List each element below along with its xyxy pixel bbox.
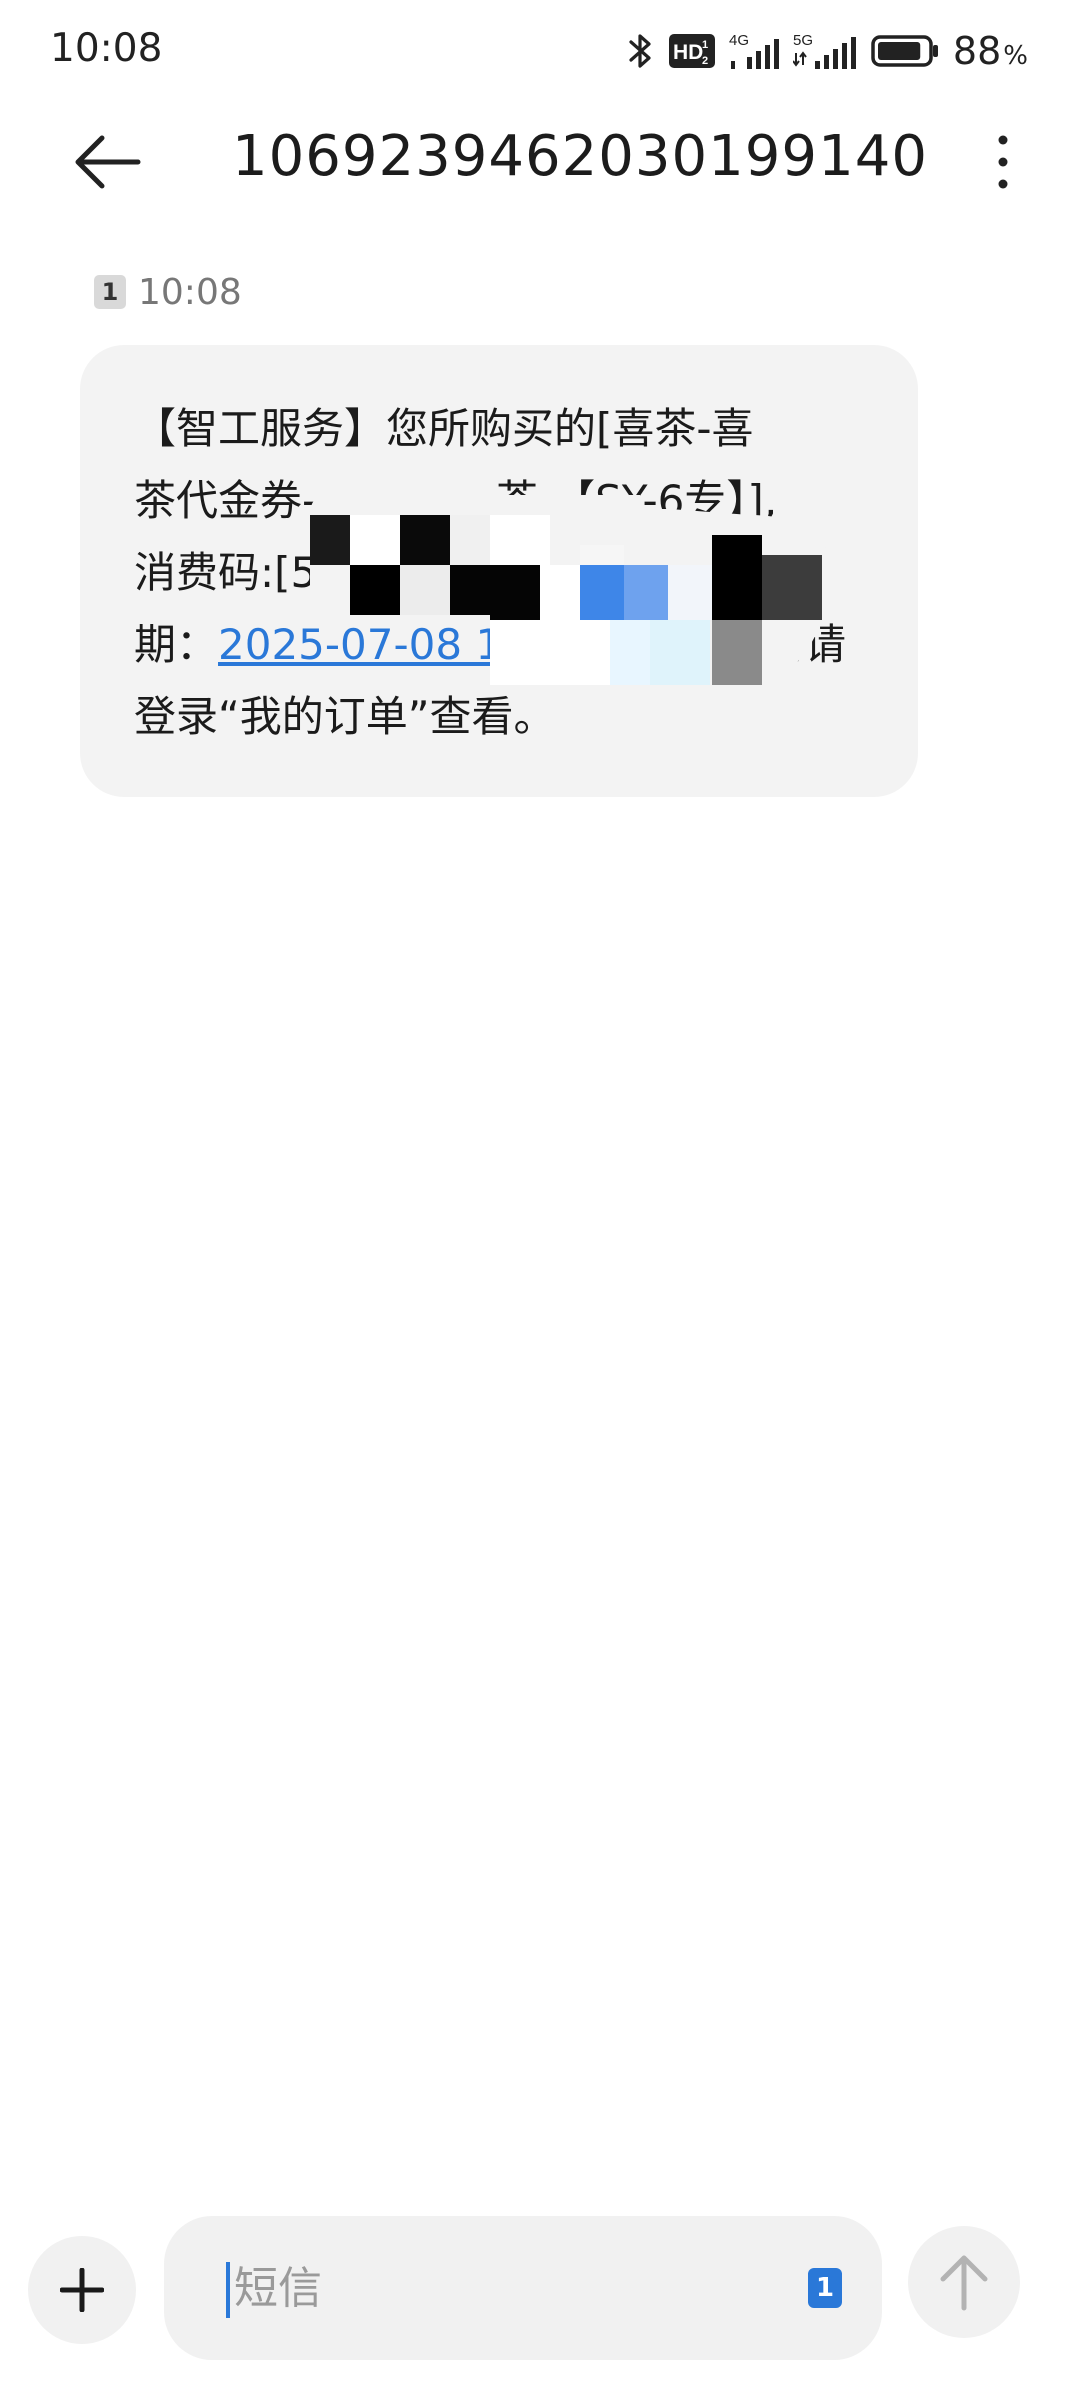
battery-percent-unit: %: [1003, 41, 1028, 71]
conversation-header: 1069239462030199140: [0, 110, 1080, 210]
svg-text:1: 1: [702, 39, 708, 51]
battery-percentage: 88%: [953, 29, 1028, 73]
conversation-title: 1069239462030199140: [232, 124, 928, 189]
arrow-left-icon: [75, 135, 141, 189]
attach-button[interactable]: [28, 2236, 136, 2344]
more-options-button[interactable]: [988, 130, 1018, 194]
svg-text:2: 2: [702, 55, 708, 67]
status-bar: 10:08 HD 1 2 4G 5G 88 %: [0, 0, 1080, 100]
message-text: 茶代金券-: [134, 476, 318, 525]
battery-percent-value: 88: [952, 29, 1002, 73]
message-text: 消费码:[5: [134, 548, 318, 597]
message-input[interactable]: [228, 2250, 754, 2326]
signal-4g-icon: 4G: [729, 31, 779, 71]
hd-label: HD: [673, 41, 703, 64]
more-vertical-icon: [998, 135, 1008, 189]
status-icons: HD 1 2 4G 5G 88 %: [627, 28, 1028, 74]
arrow-up-icon: [940, 2255, 988, 2311]
bluetooth-icon: [627, 31, 655, 71]
send-button[interactable]: [908, 2226, 1020, 2338]
redaction-mosaic: [310, 495, 830, 685]
message-text: 期：: [134, 620, 219, 669]
network-1-label: 4G: [729, 32, 749, 49]
back-button[interactable]: [72, 132, 142, 192]
message-text: 登录“我的订单”查看。: [134, 692, 556, 741]
message-meta: 1 10:08: [94, 271, 242, 313]
message-composer: 1: [164, 2216, 882, 2360]
plus-icon: [60, 2268, 104, 2312]
message-text: 【智工服务】您所购买的[喜茶-喜: [134, 404, 754, 453]
message-line: 登录“我的订单”查看。: [134, 681, 860, 753]
message-time: 10:08: [138, 271, 242, 313]
status-time: 10:08: [50, 26, 163, 71]
network-2-label: 5G: [793, 32, 813, 49]
hd-voice-icon: HD 1 2: [668, 34, 715, 68]
battery-fill: [877, 42, 921, 60]
signal-5g-icon: 5G: [792, 31, 857, 71]
message-bubble[interactable]: 【智工服务】您所购买的[喜茶-喜 茶代金券- 茶-【SY-6专】], 消费码:[…: [80, 345, 918, 797]
sim-select-button[interactable]: 1: [808, 2268, 842, 2308]
message-line: 【智工服务】您所购买的[喜茶-喜: [134, 393, 860, 465]
battery-icon: [871, 34, 939, 68]
sim-badge: 1: [94, 275, 126, 309]
